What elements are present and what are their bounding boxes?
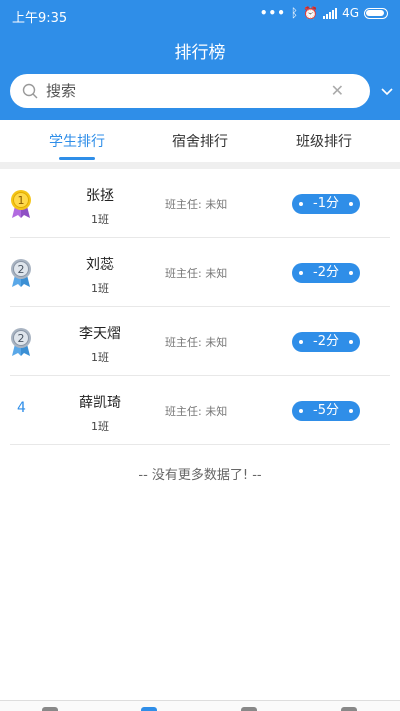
nav-home-icon[interactable] <box>42 707 58 711</box>
head-teacher: 班主任: 未知 <box>165 198 228 211</box>
active-tab-indicator <box>59 157 95 160</box>
score-badge: -1分 <box>292 194 360 214</box>
student-name: 张拯 <box>86 188 114 204</box>
ranking-row[interactable]: 2 李天熠 1班 班主任: 未知 -2分 <box>10 307 390 376</box>
tab-dorm-ranking[interactable]: 宿舍排行 <box>145 131 255 151</box>
status-icons: ••• ᛒ ⏰ 4G <box>260 6 388 20</box>
clear-icon[interactable]: ✕ <box>331 82 344 100</box>
nav-message-icon[interactable] <box>241 707 257 711</box>
notification-dots-icon: ••• <box>259 6 286 20</box>
chevron-down-icon[interactable] <box>380 84 394 98</box>
head-teacher: 班主任: 未知 <box>165 267 228 280</box>
network-type: 4G <box>342 6 359 20</box>
head-teacher: 班主任: 未知 <box>165 336 228 349</box>
nav-profile-icon[interactable] <box>341 707 357 711</box>
silver-medal-icon: 2 <box>11 259 31 287</box>
nav-ranking-icon[interactable] <box>141 707 157 711</box>
ranking-row[interactable]: 1 张拯 1班 班主任: 未知 -1分 <box>10 169 390 238</box>
ranking-row[interactable]: 4 薛凯琦 1班 班主任: 未知 -5分 <box>10 376 390 445</box>
svg-text:1: 1 <box>18 194 25 207</box>
search-box[interactable]: ✕ <box>10 74 370 108</box>
section-divider <box>0 162 400 169</box>
score-badge: -2分 <box>292 332 360 352</box>
svg-text:2: 2 <box>18 332 25 345</box>
student-class: 1班 <box>91 213 109 226</box>
silver-medal-icon: 2 <box>11 328 31 356</box>
student-name: 李天熠 <box>79 326 121 342</box>
gold-medal-icon: 1 <box>11 190 31 218</box>
bluetooth-icon: ᛒ <box>290 6 299 20</box>
score-badge: -2分 <box>292 263 360 283</box>
signal-icon <box>323 7 338 19</box>
search-input[interactable] <box>46 74 326 108</box>
end-of-list-text: -- 没有更多数据了! -- <box>138 468 262 483</box>
student-name: 薛凯琦 <box>79 395 121 411</box>
score-badge: -5分 <box>292 401 360 421</box>
search-icon <box>22 83 38 99</box>
status-bar: 上午9:35 ••• ᛒ ⏰ 4G <box>0 0 400 30</box>
page-title: 排行榜 <box>174 43 226 63</box>
student-class: 1班 <box>91 282 109 295</box>
app-header: 上午9:35 ••• ᛒ ⏰ 4G 排行榜 ✕ <box>0 0 400 120</box>
tab-bar: 学生排行 宿舍排行 班级排行 <box>0 120 400 162</box>
svg-text:2: 2 <box>18 263 25 276</box>
bottom-nav <box>0 700 400 711</box>
head-teacher: 班主任: 未知 <box>165 405 228 418</box>
tab-class-ranking[interactable]: 班级排行 <box>269 131 379 151</box>
battery-icon <box>364 7 388 19</box>
ranking-row[interactable]: 2 刘蕊 1班 班主任: 未知 -2分 <box>10 238 390 307</box>
student-class: 1班 <box>91 351 109 364</box>
student-name: 刘蕊 <box>86 257 114 273</box>
status-time: 上午9:35 <box>12 11 68 26</box>
tab-student-ranking[interactable]: 学生排行 <box>22 131 132 151</box>
student-class: 1班 <box>91 420 109 433</box>
rank-number: 4 <box>17 400 26 416</box>
alarm-icon: ⏰ <box>303 6 319 20</box>
